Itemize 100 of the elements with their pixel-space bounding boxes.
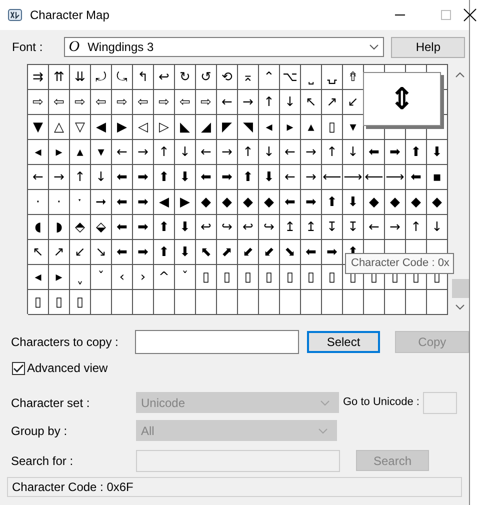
character-cell[interactable] <box>301 290 322 315</box>
character-cell[interactable]: ◆ <box>364 190 385 215</box>
character-cell[interactable]: ◂ <box>28 140 49 165</box>
character-cell[interactable]: ⟵ <box>364 165 385 190</box>
character-cell[interactable]: ⇨ <box>196 90 217 115</box>
character-cell[interactable]: ▯ <box>70 290 91 315</box>
character-cell[interactable]: ↪ <box>217 215 238 240</box>
character-cell[interactable]: · <box>28 190 49 215</box>
character-cell[interactable]: ⌥ <box>280 65 301 90</box>
character-cell[interactable]: ◢ <box>196 115 217 140</box>
character-cell[interactable]: ⬉ <box>196 240 217 265</box>
character-cell[interactable]: ▯ <box>322 115 343 140</box>
character-cell[interactable]: ◣ <box>175 115 196 140</box>
character-cell[interactable]: ↖ <box>301 90 322 115</box>
character-cell[interactable]: ⬊ <box>280 240 301 265</box>
character-cell[interactable]: ⇈ <box>49 65 70 90</box>
character-cell[interactable]: ↥ <box>301 215 322 240</box>
close-icon[interactable] <box>463 8 477 22</box>
character-cell[interactable]: ⤿ <box>112 65 133 90</box>
character-cell[interactable]: ↩ <box>238 215 259 240</box>
character-cell[interactable]: ◤ <box>217 115 238 140</box>
character-cell[interactable]: ▴ <box>301 115 322 140</box>
character-cell[interactable]: ▴ <box>70 140 91 165</box>
character-cell[interactable]: ⍽ <box>322 65 343 90</box>
character-cell[interactable]: ⇦ <box>133 90 154 115</box>
character-cell[interactable]: ➡ <box>301 190 322 215</box>
character-cell[interactable]: ➡ <box>217 165 238 190</box>
character-cell[interactable] <box>175 290 196 315</box>
character-cell[interactable]: ← <box>364 215 385 240</box>
character-cell[interactable]: ⟲ <box>217 65 238 90</box>
character-cell[interactable] <box>91 290 112 315</box>
character-cell[interactable]: ◁ <box>133 115 154 140</box>
character-cell[interactable]: ↑ <box>70 165 91 190</box>
character-cell[interactable]: ▯ <box>28 290 49 315</box>
character-cell[interactable]: ◆ <box>217 190 238 215</box>
character-cell[interactable]: ◆ <box>385 190 406 215</box>
character-cell[interactable]: ↙ <box>70 240 91 265</box>
character-cell[interactable]: ↧ <box>343 215 364 240</box>
character-cell[interactable]: ▪ <box>427 165 448 190</box>
character-cell[interactable]: ⇉ <box>28 65 49 90</box>
character-cell[interactable]: ⬅ <box>196 165 217 190</box>
character-cell[interactable]: ˑ <box>70 190 91 215</box>
advanced-view-checkbox[interactable] <box>12 362 25 374</box>
character-cell[interactable]: ⤾ <box>91 65 112 90</box>
character-cell[interactable]: ◂ <box>259 115 280 140</box>
character-cell[interactable]: ⬋ <box>238 240 259 265</box>
character-cell[interactable]: ⬇ <box>259 165 280 190</box>
character-cell[interactable]: ▯ <box>322 265 343 290</box>
character-cell[interactable]: ⬅ <box>112 165 133 190</box>
character-cell[interactable]: ↰ <box>133 65 154 90</box>
character-cell[interactable]: ⬆ <box>322 190 343 215</box>
character-cell[interactable]: ▯ <box>259 265 280 290</box>
character-cell[interactable]: → <box>133 140 154 165</box>
character-cell[interactable]: ⬘ <box>70 215 91 240</box>
character-cell[interactable]: ⟵ <box>322 165 343 190</box>
character-cell[interactable]: ▶ <box>175 190 196 215</box>
character-cell[interactable]: ↗ <box>49 240 70 265</box>
character-cell[interactable]: ▸ <box>49 265 70 290</box>
character-cell[interactable]: ▯ <box>217 265 238 290</box>
character-cell[interactable]: → <box>301 140 322 165</box>
character-cell[interactable] <box>427 290 448 315</box>
character-cell[interactable] <box>280 290 301 315</box>
character-cell[interactable]: ⬇ <box>175 165 196 190</box>
character-cell[interactable] <box>364 290 385 315</box>
character-cell[interactable]: ⬆ <box>406 140 427 165</box>
select-button[interactable]: Select <box>306 331 380 353</box>
character-cell[interactable]: → <box>385 215 406 240</box>
character-cell[interactable]: ↥ <box>280 215 301 240</box>
character-cell[interactable]: △ <box>49 115 70 140</box>
character-cell[interactable]: ↪ <box>259 215 280 240</box>
character-cell[interactable]: ⬈ <box>217 240 238 265</box>
character-cell[interactable] <box>322 290 343 315</box>
character-cell[interactable]: → <box>217 140 238 165</box>
character-cell[interactable]: ← <box>112 140 133 165</box>
character-cell[interactable]: ⬆ <box>154 240 175 265</box>
character-cell[interactable]: ⇨ <box>154 90 175 115</box>
character-cell[interactable]: ⬅ <box>112 190 133 215</box>
font-dropdown[interactable]: O Wingdings 3 <box>64 37 384 57</box>
character-cell[interactable] <box>133 290 154 315</box>
character-cell[interactable]: ◆ <box>427 190 448 215</box>
character-cell[interactable]: ◆ <box>238 190 259 215</box>
go-to-unicode-field[interactable] <box>423 392 458 414</box>
character-cell[interactable]: ↑ <box>406 215 427 240</box>
character-cell[interactable]: ⬅ <box>301 240 322 265</box>
character-cell[interactable]: → <box>49 165 70 190</box>
character-cell[interactable]: ← <box>280 140 301 165</box>
character-cell[interactable]: ▯ <box>238 265 259 290</box>
character-cell[interactable]: ↑ <box>259 90 280 115</box>
character-cell[interactable]: ➡ <box>385 140 406 165</box>
character-cell[interactable]: ⬇ <box>175 215 196 240</box>
character-cell[interactable]: ↓ <box>427 215 448 240</box>
character-cell[interactable]: ◀ <box>91 115 112 140</box>
character-cell[interactable]: ↓ <box>343 140 364 165</box>
character-cell[interactable]: ⬅ <box>112 240 133 265</box>
character-cell[interactable]: ⌅ <box>238 65 259 90</box>
character-cell[interactable]: ➞ <box>91 190 112 215</box>
character-cell[interactable]: ^ <box>154 265 175 290</box>
character-cell[interactable]: ⬆ <box>238 165 259 190</box>
character-cell[interactable] <box>154 290 175 315</box>
character-cell[interactable]: ⬆ <box>154 215 175 240</box>
